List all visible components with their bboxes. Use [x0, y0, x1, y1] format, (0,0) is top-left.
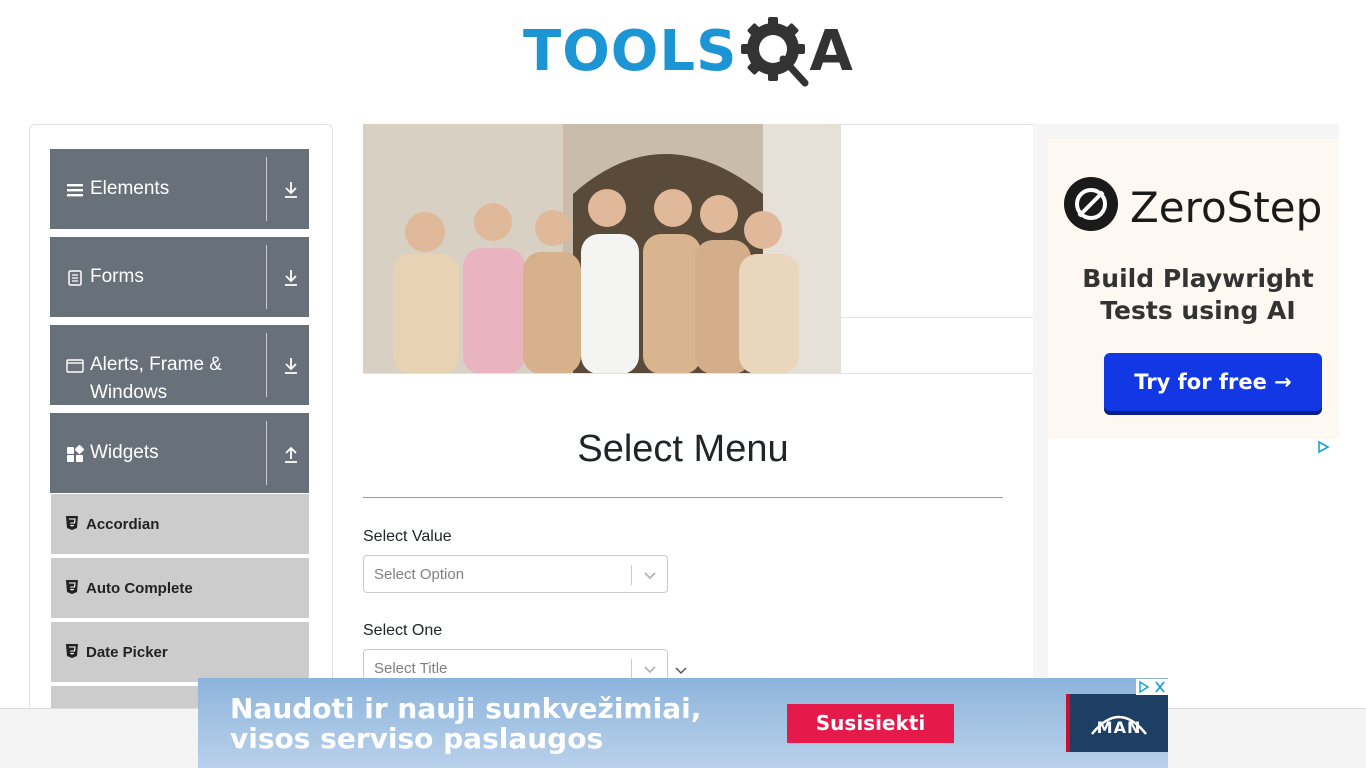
window-icon: [66, 357, 84, 375]
site-header: TOOLS A: [0, 0, 1366, 100]
brand-text: MAN: [1096, 718, 1142, 737]
try-for-free-button[interactable]: Try for free →: [1104, 353, 1322, 411]
indicator-separator: [631, 659, 632, 679]
html5-icon: [66, 644, 78, 658]
contact-button[interactable]: Susisiekti: [787, 704, 954, 743]
arrow-up-icon[interactable]: [282, 443, 300, 465]
select-value-label: Select Value: [363, 528, 452, 545]
banner-divider: [841, 124, 1033, 125]
ad-headline: Naudoti ir nauji sunkvežimiai, visos ser…: [230, 694, 701, 754]
ad-headline-line: visos serviso paslaugos: [230, 722, 604, 755]
sidebar-item-accordian[interactable]: Accordian: [51, 494, 309, 556]
select-one-label: Select One: [363, 622, 443, 639]
list-icon: [66, 181, 84, 199]
group-widgets[interactable]: Widgets: [50, 413, 309, 493]
chevron-down-icon[interactable]: [642, 661, 658, 677]
divider: [266, 333, 267, 397]
divider: [266, 421, 267, 485]
sidebar-item-label: Auto Complete: [86, 580, 193, 597]
ad-tagline: Build Playwright Tests using AI: [1048, 263, 1339, 327]
sidebar-item-auto-complete[interactable]: Auto Complete: [51, 558, 309, 620]
html5-icon: [66, 580, 78, 594]
arrow-down-icon[interactable]: [282, 267, 300, 289]
zerostep-logo-icon: [1064, 177, 1118, 231]
group-label: Elements: [90, 178, 170, 199]
ad-tagline-line: Tests using AI: [1100, 296, 1296, 325]
indicator-separator: [631, 565, 632, 585]
sidebar-item-label: Accordian: [86, 516, 160, 533]
divider: [266, 157, 267, 221]
left-panel: Elements Forms Alerts, Frame & Windows W…: [29, 124, 333, 724]
ad-brand: ZeroStep: [1130, 183, 1323, 232]
man-logo: MAN: [1066, 694, 1168, 752]
title-divider: [363, 497, 1003, 498]
group-forms[interactable]: Forms: [50, 237, 309, 317]
chevron-down-icon[interactable]: [673, 662, 689, 678]
gear-magnifier-icon: [739, 15, 813, 89]
adchoices-icon[interactable]: [1316, 440, 1330, 454]
sidebar-item-label: Date Picker: [86, 644, 168, 661]
form-icon: [66, 269, 84, 287]
bottom-banner-ad[interactable]: Naudoti ir nauji sunkvežimiai, visos ser…: [198, 678, 1168, 768]
toolsqa-logo[interactable]: TOOLS A: [523, 14, 853, 90]
group-label: Forms: [90, 266, 144, 287]
select-placeholder: Select Option: [374, 566, 465, 583]
divider: [266, 245, 267, 309]
group-alerts-frame-windows[interactable]: Alerts, Frame & Windows: [50, 325, 309, 405]
banner-photo[interactable]: [363, 124, 841, 374]
banner-divider: [841, 317, 1033, 318]
group-label: Alerts, Frame & Windows: [90, 354, 222, 403]
arrow-down-icon[interactable]: [282, 355, 300, 377]
logo-text-tools: TOOLS: [523, 19, 738, 84]
zerostep-ad[interactable]: ZeroStep Build Playwright Tests using AI…: [1048, 139, 1339, 439]
ad-tagline-line: Build Playwright: [1082, 264, 1314, 293]
html5-icon: [66, 516, 78, 530]
logo-text-a: A: [809, 19, 853, 84]
page-title: Select Menu: [577, 428, 789, 470]
group-label: Widgets: [90, 442, 159, 463]
sidebar-item-date-picker[interactable]: Date Picker: [51, 622, 309, 684]
ad-close-controls[interactable]: [1136, 679, 1168, 695]
ad-blank-area: [1048, 439, 1339, 689]
chevron-down-icon[interactable]: [642, 567, 658, 583]
banner-divider: [363, 373, 1033, 374]
group-elements[interactable]: Elements: [50, 149, 309, 229]
ad-headline-line: Naudoti ir nauji sunkvežimiai,: [230, 692, 702, 725]
select-placeholder: Select Title: [374, 660, 448, 677]
arrow-down-icon[interactable]: [282, 179, 300, 201]
widgets-icon: [66, 444, 85, 463]
right-ad[interactable]: ZeroStep Build Playwright Tests using AI…: [1033, 124, 1339, 689]
select-value-dropdown[interactable]: Select Option: [363, 555, 668, 593]
